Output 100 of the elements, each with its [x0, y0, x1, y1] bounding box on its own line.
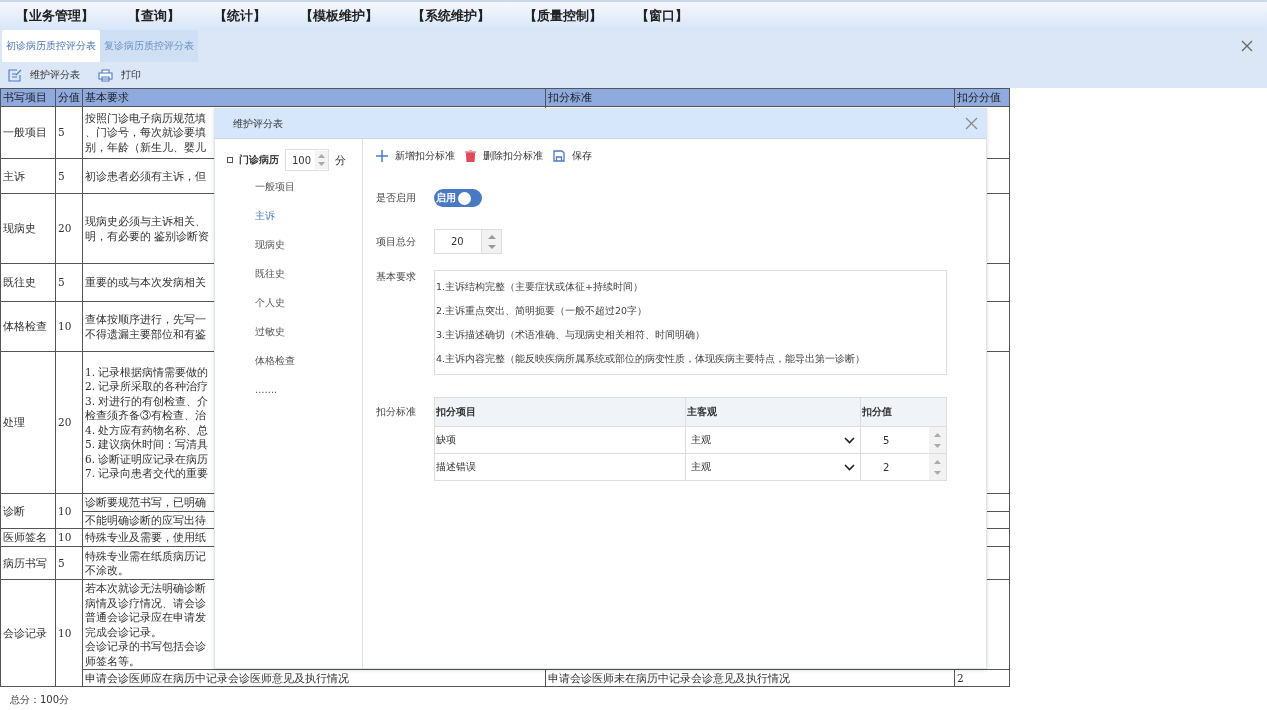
table-cell: 5 [58, 276, 65, 289]
tab[interactable]: 初诊病历质控评分表 [2, 30, 100, 62]
type-dropdown[interactable]: 主观 [686, 427, 860, 453]
collapse-icon[interactable] [227, 157, 233, 163]
table-cell: 申请会诊医师未在病历中记录会诊意见及执行情况 [548, 671, 790, 684]
table-cell: 5 [58, 126, 65, 139]
total-score-text: 总分：100分 [9, 693, 71, 707]
menu-item[interactable]: 【质量控制】 [524, 7, 602, 25]
table-cell-text: 3. 对进行的有创检查、介 [85, 393, 209, 408]
table-cell: 一般项目 [3, 126, 47, 139]
table-cell-text: 不得遗漏主要部位和有鉴 [85, 326, 206, 341]
spinner-arrows-icon [933, 457, 942, 477]
tree-item[interactable]: 既往史 [227, 260, 362, 289]
column-header: 扣分值 [860, 397, 947, 427]
edit-button[interactable]: 维护评分表 [6, 68, 82, 82]
tree-item[interactable]: 现病史 [227, 231, 362, 260]
table-cell: 处理 [3, 416, 25, 429]
delete-button[interactable]: 删除扣分标准 [465, 149, 543, 163]
table-cell-text: 别，年龄（新生儿、婴儿 [85, 139, 206, 155]
table-cell-text: 完成会诊记录。 [85, 624, 162, 639]
table-cell-text: 查体按顺序进行，先写一 [85, 312, 206, 327]
deduction-spinner[interactable]: 5 [861, 427, 946, 453]
tree-item[interactable]: 一般项目 [227, 173, 362, 202]
table-cell: 会诊记录 [3, 626, 47, 639]
print-icon [98, 68, 113, 82]
tree-item[interactable]: 过敏史 [227, 318, 362, 347]
field-label: 是否启用 [376, 191, 417, 205]
table-cell: 10 [58, 320, 72, 333]
chevron-down-icon [844, 436, 855, 444]
column-header: 书写项目 [0, 88, 56, 107]
table-cell-text: 师签名等。 [85, 653, 140, 668]
table-cell-text: 特殊专业及需要，使用纸 [85, 530, 206, 545]
menu-item[interactable]: 【查询】 [128, 7, 180, 25]
table-cell: 诊断 [3, 504, 25, 517]
table-cell-text: 初诊患者必须有主诉，但 [85, 168, 206, 184]
table-cell-text: 明，有必要的 鉴别诊断资 [85, 228, 210, 243]
table-cell: 病历书写 [3, 556, 47, 569]
tree-item[interactable]: 主诉 [227, 202, 362, 231]
column-header: 扣分项目 [434, 397, 686, 427]
close-icon[interactable] [965, 117, 978, 130]
table-cell-text: 检查须齐备③有检查、治 [85, 408, 206, 423]
menu-item[interactable]: 【模板维护】 [300, 7, 378, 25]
table-cell: 10 [58, 531, 72, 544]
table-cell-text: 不能明确诊断的应写出待 [85, 512, 206, 528]
table-cell: 20 [58, 222, 72, 235]
table-cell: 医师签名 [3, 531, 47, 544]
column-header: 扣分标准 [545, 88, 955, 107]
score-spinner[interactable]: 100 [285, 149, 330, 171]
table-cell-text: 4. 处方应有药物名称、总 [85, 422, 209, 437]
table-cell-text: 普通会诊记录应在申请发 [85, 610, 206, 625]
table-cell-text: 1. 记录根据病情需要做的 [85, 364, 209, 379]
add-button[interactable]: 新增扣分标准 [376, 149, 455, 163]
print-button[interactable]: 打印 [96, 68, 143, 82]
table-cell: 体格检查 [3, 320, 47, 333]
table-cell-text: 现病史必须与主诉相关、 [85, 214, 206, 229]
edit-icon [8, 68, 22, 82]
tree-item[interactable]: 个人史 [227, 289, 362, 318]
table-cell-text: 诊断要规范书写，已明确 [85, 495, 206, 510]
table-cell: 10 [58, 626, 72, 639]
menu-item[interactable]: 【系统维护】 [412, 7, 490, 25]
spinner-arrows-icon [317, 152, 327, 168]
table-cell-text: 特殊专业需在纸质病历记 [85, 548, 206, 563]
spinner-arrows-icon [933, 430, 942, 450]
table-cell-text: 6. 诊断证明应记录在病历 [85, 451, 209, 466]
field-label: 基本要求 [376, 270, 417, 284]
tree-item[interactable]: ....... [227, 376, 362, 405]
menu-item[interactable]: 【统计】 [214, 7, 266, 25]
save-icon [553, 150, 565, 162]
table-cell-text: 病情及诊疗情况、请会诊 [85, 595, 206, 610]
table-cell-text: 申请会诊医师应在病历中记录会诊医师意见及执行情况 [85, 670, 349, 686]
table-cell: 2 [957, 671, 964, 684]
menu-item[interactable]: 【窗口】 [636, 7, 688, 25]
menu-item[interactable]: 【业务管理】 [16, 7, 94, 25]
tree-item[interactable]: 体格检查 [227, 347, 362, 376]
table-cell: 5 [58, 169, 65, 182]
tree-root-label[interactable]: 门诊病历 [239, 153, 279, 167]
table-cell: 缺项 [436, 434, 456, 445]
dialog-title: 维护评分表 [233, 116, 283, 131]
table-cell-text: 会诊记录的书写包括会诊 [85, 639, 206, 654]
field-label: 扣分标准 [376, 405, 417, 419]
total-score-spinner[interactable]: 20 [434, 229, 502, 254]
save-button[interactable]: 保存 [553, 149, 592, 163]
table-cell: 现病史 [3, 222, 36, 235]
table-cell-text: 重要的或与本次发病相关 [85, 275, 206, 290]
column-header: 主客观 [685, 397, 861, 427]
table-cell-text: 7. 记录向患者交代的重要 [85, 466, 209, 481]
deduction-spinner[interactable]: 2 [861, 454, 946, 480]
unit-label: 分 [335, 152, 347, 168]
column-header: 基本要求 [82, 88, 546, 107]
requirements-textarea[interactable]: 1.主诉结构完整（主要症状或体征+持续时间） 2.主诉重点突出、简明扼要（一般不超过20字） 3.主诉描述确切（术语准确、与现病史相关相符、时间明确） 4.主诉内容完整（能反映疾病所属系统或部位的病变性质，体现疾病主要特点，能导出第一诊断） [434, 270, 947, 375]
field-label: 项目总分 [376, 234, 417, 249]
table-cell: 20 [58, 416, 72, 429]
table-cell-text: 5. 建议病休时间：写清具 [85, 437, 209, 452]
trash-icon [465, 150, 476, 162]
type-dropdown[interactable]: 主观 [686, 454, 860, 480]
table-cell: 既往史 [3, 276, 36, 289]
close-icon[interactable] [1241, 40, 1253, 52]
toggle-switch[interactable]: 启用 [434, 189, 482, 207]
table-cell-text: 不涂改。 [85, 563, 129, 578]
table-cell: 10 [58, 504, 72, 517]
